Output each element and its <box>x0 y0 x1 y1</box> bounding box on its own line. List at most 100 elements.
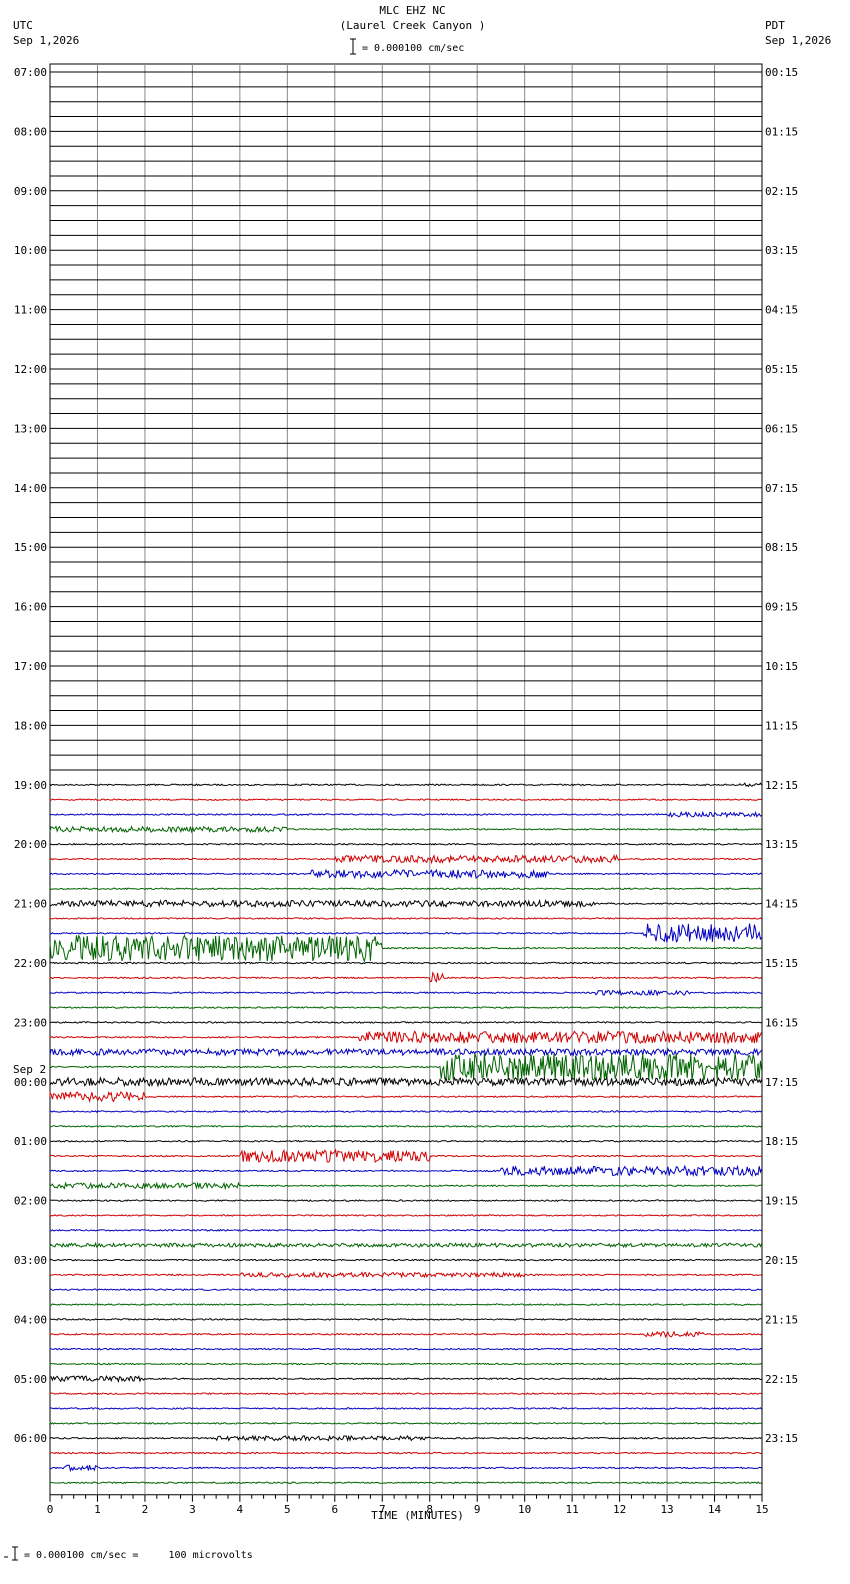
trace-line <box>49 917 762 920</box>
trace-line <box>49 810 762 819</box>
right-hour-label: 22:15 <box>765 1373 798 1386</box>
right-hour-label: 17:15 <box>765 1076 798 1089</box>
right-hour-label: 07:15 <box>765 482 798 495</box>
right-hour-label: 14:15 <box>765 898 798 911</box>
right-hour-label: 21:15 <box>765 1313 798 1326</box>
left-hour-label: 00:00 <box>14 1076 47 1089</box>
trace-line <box>49 1021 762 1024</box>
left-hour-label: 09:00 <box>14 185 47 198</box>
trace-line <box>49 1053 763 1082</box>
trace-line <box>49 934 762 963</box>
trace-line <box>49 1214 762 1217</box>
trace-line <box>49 1181 762 1191</box>
right-hour-label: 01:15 <box>765 125 798 138</box>
x-tick-label: 0 <box>47 1503 54 1516</box>
trace-line <box>49 1125 762 1128</box>
left-hour-label: 14:00 <box>14 482 47 495</box>
right-hour-label: 12:15 <box>765 779 798 792</box>
trace-line <box>49 842 762 846</box>
right-hour-label: 23:15 <box>765 1432 798 1445</box>
left-hour-label: 20:00 <box>14 838 47 851</box>
trace-line <box>49 898 762 909</box>
plot-frame <box>49 63 763 1496</box>
footer-scale-label: = 0.000100 cm/sec = 100 microvolts <box>24 1550 253 1561</box>
trace-line <box>49 1407 762 1410</box>
x-tick-label: 1 <box>94 1503 101 1516</box>
left-hour-label: 01:00 <box>14 1135 47 1148</box>
right-hour-label: 16:15 <box>765 1016 798 1029</box>
trace-line <box>49 1075 763 1088</box>
trace-line <box>49 1164 763 1178</box>
trace-line <box>49 825 762 834</box>
left-hour-label: 10:00 <box>14 244 47 257</box>
date-change-label: Sep 2 <box>13 1063 46 1076</box>
seismogram-chart: 07:00 08:00 09:00 10:00 11:00 12:00 13:00 14:00… <box>13 63 798 1516</box>
x-tick-label: 5 <box>284 1503 291 1516</box>
trace-line <box>49 971 762 983</box>
x-tick-label: 2 <box>142 1503 149 1516</box>
trace-line <box>49 1464 762 1473</box>
trace-line <box>49 853 762 865</box>
trace-line <box>49 988 762 997</box>
right-hour-label: 13:15 <box>765 838 798 851</box>
trace-line <box>49 961 762 965</box>
x-tick-label: 12 <box>613 1503 626 1516</box>
x-tick-label: 10 <box>518 1503 531 1516</box>
right-hour-label: 05:15 <box>765 363 798 376</box>
trace-line <box>49 1029 763 1045</box>
trace-line <box>49 1091 762 1104</box>
left-hour-label: 19:00 <box>14 779 47 792</box>
right-hour-label: 10:15 <box>765 660 798 673</box>
trace-line <box>49 1451 762 1455</box>
right-hour-label: 04:15 <box>765 304 798 317</box>
footer-scale-icon <box>4 1546 18 1561</box>
left-hour-label: 15:00 <box>14 541 47 554</box>
trace-line <box>49 868 762 880</box>
left-hour-label: 23:00 <box>14 1016 47 1029</box>
trace-line <box>49 1047 763 1058</box>
left-hour-label: 07:00 <box>14 66 47 79</box>
trace-line <box>49 1362 762 1366</box>
right-hour-label: 02:15 <box>765 185 798 198</box>
trace-line <box>49 1434 762 1443</box>
trace-line <box>49 1006 762 1009</box>
trace-line <box>49 1288 762 1292</box>
trace-line <box>49 1317 762 1321</box>
trace-line <box>49 798 762 802</box>
x-tick-label: 11 <box>566 1503 579 1516</box>
left-hour-label: 08:00 <box>14 125 47 138</box>
left-hour-label: 06:00 <box>14 1432 47 1445</box>
right-hour-label: 11:15 <box>765 719 798 732</box>
right-hour-label: 18:15 <box>765 1135 798 1148</box>
x-tick-label: 4 <box>237 1503 244 1516</box>
trace-line <box>49 782 763 788</box>
trace-line <box>49 1303 762 1306</box>
left-hour-label: 02:00 <box>14 1195 47 1208</box>
trace-line <box>49 886 762 891</box>
right-hour-label: 09:15 <box>765 601 798 614</box>
trace-line <box>49 1199 762 1202</box>
trace-line <box>49 1228 762 1232</box>
left-hour-label: 11:00 <box>14 304 47 317</box>
right-hour-label: 19:15 <box>765 1195 798 1208</box>
right-hour-label: 06:15 <box>765 422 798 435</box>
trace-line <box>49 1110 762 1113</box>
x-tick-label: 3 <box>189 1503 196 1516</box>
right-hour-label: 08:15 <box>765 541 798 554</box>
x-tick-label: 13 <box>660 1503 673 1516</box>
trace-line <box>49 1258 762 1262</box>
left-hour-label: 13:00 <box>14 422 47 435</box>
right-hour-label: 20:15 <box>765 1254 798 1267</box>
trace-line <box>49 1421 762 1425</box>
trace-line <box>49 1375 762 1384</box>
trace-line <box>49 1392 762 1396</box>
left-hour-label: 04:00 <box>14 1313 47 1326</box>
trace-line <box>49 1148 762 1163</box>
x-tick-label: 14 <box>708 1503 722 1516</box>
right-hour-label: 15:15 <box>765 957 798 970</box>
x-axis-title: TIME (MINUTES) <box>371 1509 464 1522</box>
right-hour-label: 03:15 <box>765 244 798 257</box>
left-hour-label: 22:00 <box>14 957 47 970</box>
trace-line <box>49 1330 762 1339</box>
left-hour-label: 03:00 <box>14 1254 47 1267</box>
